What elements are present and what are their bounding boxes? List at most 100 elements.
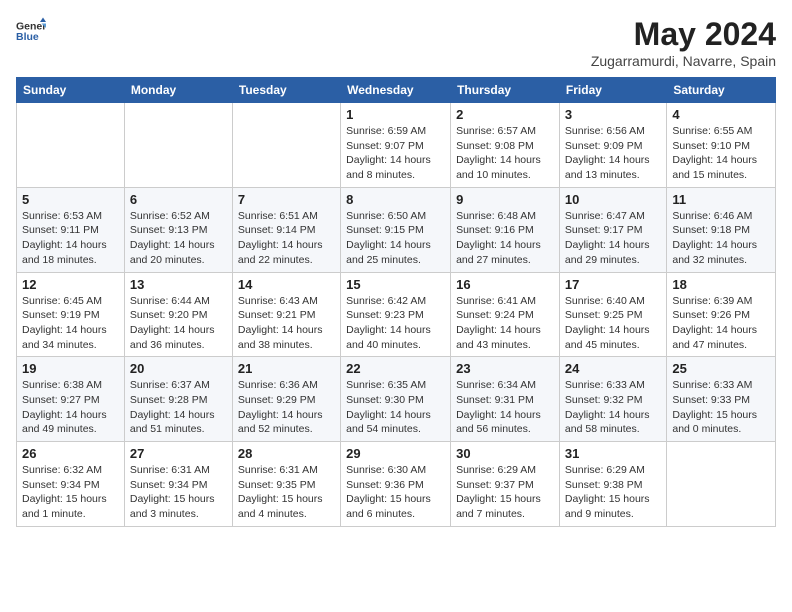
day-detail: Sunrise: 6:52 AM Sunset: 9:13 PM Dayligh… — [130, 209, 227, 268]
calendar-cell: 14Sunrise: 6:43 AM Sunset: 9:21 PM Dayli… — [232, 272, 340, 357]
day-number: 23 — [456, 361, 554, 376]
calendar-cell: 12 Sunrise: 6:45 AM Sunset: 9:19 PM Dayli… — [17, 272, 125, 357]
calendar-cell: 25 Sunrise: 6:33 AM Sunset: 9:33 PM Dayli… — [667, 357, 776, 442]
calendar-cell: 13 Sunrise: 6:44 AM Sunset: 9:20 PM Dayli… — [124, 272, 232, 357]
calendar-cell: 10Sunrise: 6:47 AM Sunset: 9:17 PM Dayli… — [559, 187, 666, 272]
day-detail: Sunrise: 6:29 AM Sunset: 9:38 PM Dayligh… — [565, 463, 661, 522]
calendar-cell: 18Sunrise: 6:39 AM Sunset: 9:26 PM Dayli… — [667, 272, 776, 357]
calendar-cell — [232, 103, 340, 188]
day-detail: Sunrise: 6:34 AM Sunset: 9:31 PM Dayligh… — [456, 378, 554, 437]
day-detail: Sunrise: 6:48 AM Sunset: 9:16 PM Dayligh… — [456, 209, 554, 268]
calendar-cell: 4 Sunrise: 6:55 AM Sunset: 9:10 PM Daylig… — [667, 103, 776, 188]
day-detail: Sunrise: 6:59 AM Sunset: 9:07 PM Dayligh… — [346, 124, 445, 183]
calendar-week-row: 26Sunrise: 6:32 AM Sunset: 9:34 PM Dayli… — [17, 442, 776, 527]
day-number: 16 — [456, 277, 554, 292]
day-number: 28 — [238, 446, 335, 461]
day-number: 13 — [130, 277, 227, 292]
calendar-cell: 27 Sunrise: 6:31 AM Sunset: 9:34 PM Dayli… — [124, 442, 232, 527]
calendar-cell: 6Sunrise: 6:52 AM Sunset: 9:13 PM Daylig… — [124, 187, 232, 272]
day-detail: Sunrise: 6:45 AM Sunset: 9:19 PM Dayligh… — [22, 294, 119, 353]
day-number: 19 — [22, 361, 119, 376]
day-number: 8 — [346, 192, 445, 207]
day-detail: Sunrise: 6:41 AM Sunset: 9:24 PM Dayligh… — [456, 294, 554, 353]
day-number: 27 — [130, 446, 227, 461]
calendar-cell: 7 Sunrise: 6:51 AM Sunset: 9:14 PM Daylig… — [232, 187, 340, 272]
calendar-cell — [667, 442, 776, 527]
day-number: 4 — [672, 107, 770, 122]
calendar-cell: 21 Sunrise: 6:36 AM Sunset: 9:29 PM Dayli… — [232, 357, 340, 442]
day-number: 30 — [456, 446, 554, 461]
calendar-cell: 8Sunrise: 6:50 AM Sunset: 9:15 PM Daylig… — [341, 187, 451, 272]
day-detail: Sunrise: 6:29 AM Sunset: 9:37 PM Dayligh… — [456, 463, 554, 522]
day-number: 17 — [565, 277, 661, 292]
calendar-cell: 5 Sunrise: 6:53 AM Sunset: 9:11 PM Daylig… — [17, 187, 125, 272]
day-detail: Sunrise: 6:37 AM Sunset: 9:28 PM Dayligh… — [130, 378, 227, 437]
calendar-cell: 20 Sunrise: 6:37 AM Sunset: 9:28 PM Dayli… — [124, 357, 232, 442]
day-detail: Sunrise: 6:51 AM Sunset: 9:14 PM Dayligh… — [238, 209, 335, 268]
day-number: 2 — [456, 107, 554, 122]
day-detail: Sunrise: 6:44 AM Sunset: 9:20 PM Dayligh… — [130, 294, 227, 353]
weekday-header-row: SundayMondayTuesdayWednesdayThursdayFrid… — [17, 78, 776, 103]
day-number: 10 — [565, 192, 661, 207]
calendar-cell: 28 Sunrise: 6:31 AM Sunset: 9:35 PM Dayli… — [232, 442, 340, 527]
day-number: 20 — [130, 361, 227, 376]
calendar-cell: 1 Sunrise: 6:59 AM Sunset: 9:07 PM Daylig… — [341, 103, 451, 188]
day-detail: Sunrise: 6:40 AM Sunset: 9:25 PM Dayligh… — [565, 294, 661, 353]
day-detail: Sunrise: 6:31 AM Sunset: 9:34 PM Dayligh… — [130, 463, 227, 522]
calendar-cell: 16 Sunrise: 6:41 AM Sunset: 9:24 PM Dayli… — [451, 272, 560, 357]
calendar-table: SundayMondayTuesdayWednesdayThursdayFrid… — [16, 77, 776, 527]
day-detail: Sunrise: 6:30 AM Sunset: 9:36 PM Dayligh… — [346, 463, 445, 522]
day-number: 12 — [22, 277, 119, 292]
day-number: 25 — [672, 361, 770, 376]
weekday-header-sunday: Sunday — [17, 78, 125, 103]
day-number: 29 — [346, 446, 445, 461]
calendar-cell: 23 Sunrise: 6:34 AM Sunset: 9:31 PM Dayli… — [451, 357, 560, 442]
day-number: 21 — [238, 361, 335, 376]
logo: General Blue — [16, 16, 46, 46]
logo-icon: General Blue — [16, 16, 46, 46]
day-detail: Sunrise: 6:33 AM Sunset: 9:32 PM Dayligh… — [565, 378, 661, 437]
weekday-header-wednesday: Wednesday — [341, 78, 451, 103]
svg-text:Blue: Blue — [16, 31, 39, 43]
day-detail: Sunrise: 6:53 AM Sunset: 9:11 PM Dayligh… — [22, 209, 119, 268]
calendar-cell: 22 Sunrise: 6:35 AM Sunset: 9:30 PM Dayli… — [341, 357, 451, 442]
day-number: 7 — [238, 192, 335, 207]
day-detail: Sunrise: 6:33 AM Sunset: 9:33 PM Dayligh… — [672, 378, 770, 437]
day-number: 26 — [22, 446, 119, 461]
day-number: 15 — [346, 277, 445, 292]
day-number: 22 — [346, 361, 445, 376]
calendar-body: 1 Sunrise: 6:59 AM Sunset: 9:07 PM Daylig… — [17, 103, 776, 527]
day-detail: Sunrise: 6:36 AM Sunset: 9:29 PM Dayligh… — [238, 378, 335, 437]
weekday-header-saturday: Saturday — [667, 78, 776, 103]
title-block: May 2024 Zugarramurdi, Navarre, Spain — [591, 16, 776, 69]
calendar-cell — [17, 103, 125, 188]
calendar-cell: 9Sunrise: 6:48 AM Sunset: 9:16 PM Daylig… — [451, 187, 560, 272]
day-detail: Sunrise: 6:43 AM Sunset: 9:21 PM Dayligh… — [238, 294, 335, 353]
day-detail: Sunrise: 6:35 AM Sunset: 9:30 PM Dayligh… — [346, 378, 445, 437]
calendar-week-row: 1 Sunrise: 6:59 AM Sunset: 9:07 PM Daylig… — [17, 103, 776, 188]
calendar-cell: 19Sunrise: 6:38 AM Sunset: 9:27 PM Dayli… — [17, 357, 125, 442]
day-number: 24 — [565, 361, 661, 376]
weekday-header-friday: Friday — [559, 78, 666, 103]
day-detail: Sunrise: 6:55 AM Sunset: 9:10 PM Dayligh… — [672, 124, 770, 183]
calendar-cell: 24 Sunrise: 6:33 AM Sunset: 9:32 PM Dayli… — [559, 357, 666, 442]
calendar-week-row: 5 Sunrise: 6:53 AM Sunset: 9:11 PM Daylig… — [17, 187, 776, 272]
day-number: 31 — [565, 446, 661, 461]
calendar-cell: 17 Sunrise: 6:40 AM Sunset: 9:25 PM Dayli… — [559, 272, 666, 357]
location-subtitle: Zugarramurdi, Navarre, Spain — [591, 53, 776, 69]
calendar-week-row: 19Sunrise: 6:38 AM Sunset: 9:27 PM Dayli… — [17, 357, 776, 442]
month-year-title: May 2024 — [591, 16, 776, 53]
day-detail: Sunrise: 6:31 AM Sunset: 9:35 PM Dayligh… — [238, 463, 335, 522]
day-detail: Sunrise: 6:46 AM Sunset: 9:18 PM Dayligh… — [672, 209, 770, 268]
day-detail: Sunrise: 6:56 AM Sunset: 9:09 PM Dayligh… — [565, 124, 661, 183]
page-header: General Blue May 2024 Zugarramurdi, Nava… — [16, 16, 776, 69]
day-number: 1 — [346, 107, 445, 122]
calendar-week-row: 12 Sunrise: 6:45 AM Sunset: 9:19 PM Dayli… — [17, 272, 776, 357]
calendar-header: SundayMondayTuesdayWednesdayThursdayFrid… — [17, 78, 776, 103]
calendar-cell: 3Sunrise: 6:56 AM Sunset: 9:09 PM Daylig… — [559, 103, 666, 188]
calendar-cell: 31 Sunrise: 6:29 AM Sunset: 9:38 PM Dayli… — [559, 442, 666, 527]
calendar-cell — [124, 103, 232, 188]
calendar-cell: 2Sunrise: 6:57 AM Sunset: 9:08 PM Daylig… — [451, 103, 560, 188]
calendar-cell: 29 Sunrise: 6:30 AM Sunset: 9:36 PM Dayli… — [341, 442, 451, 527]
day-number: 5 — [22, 192, 119, 207]
